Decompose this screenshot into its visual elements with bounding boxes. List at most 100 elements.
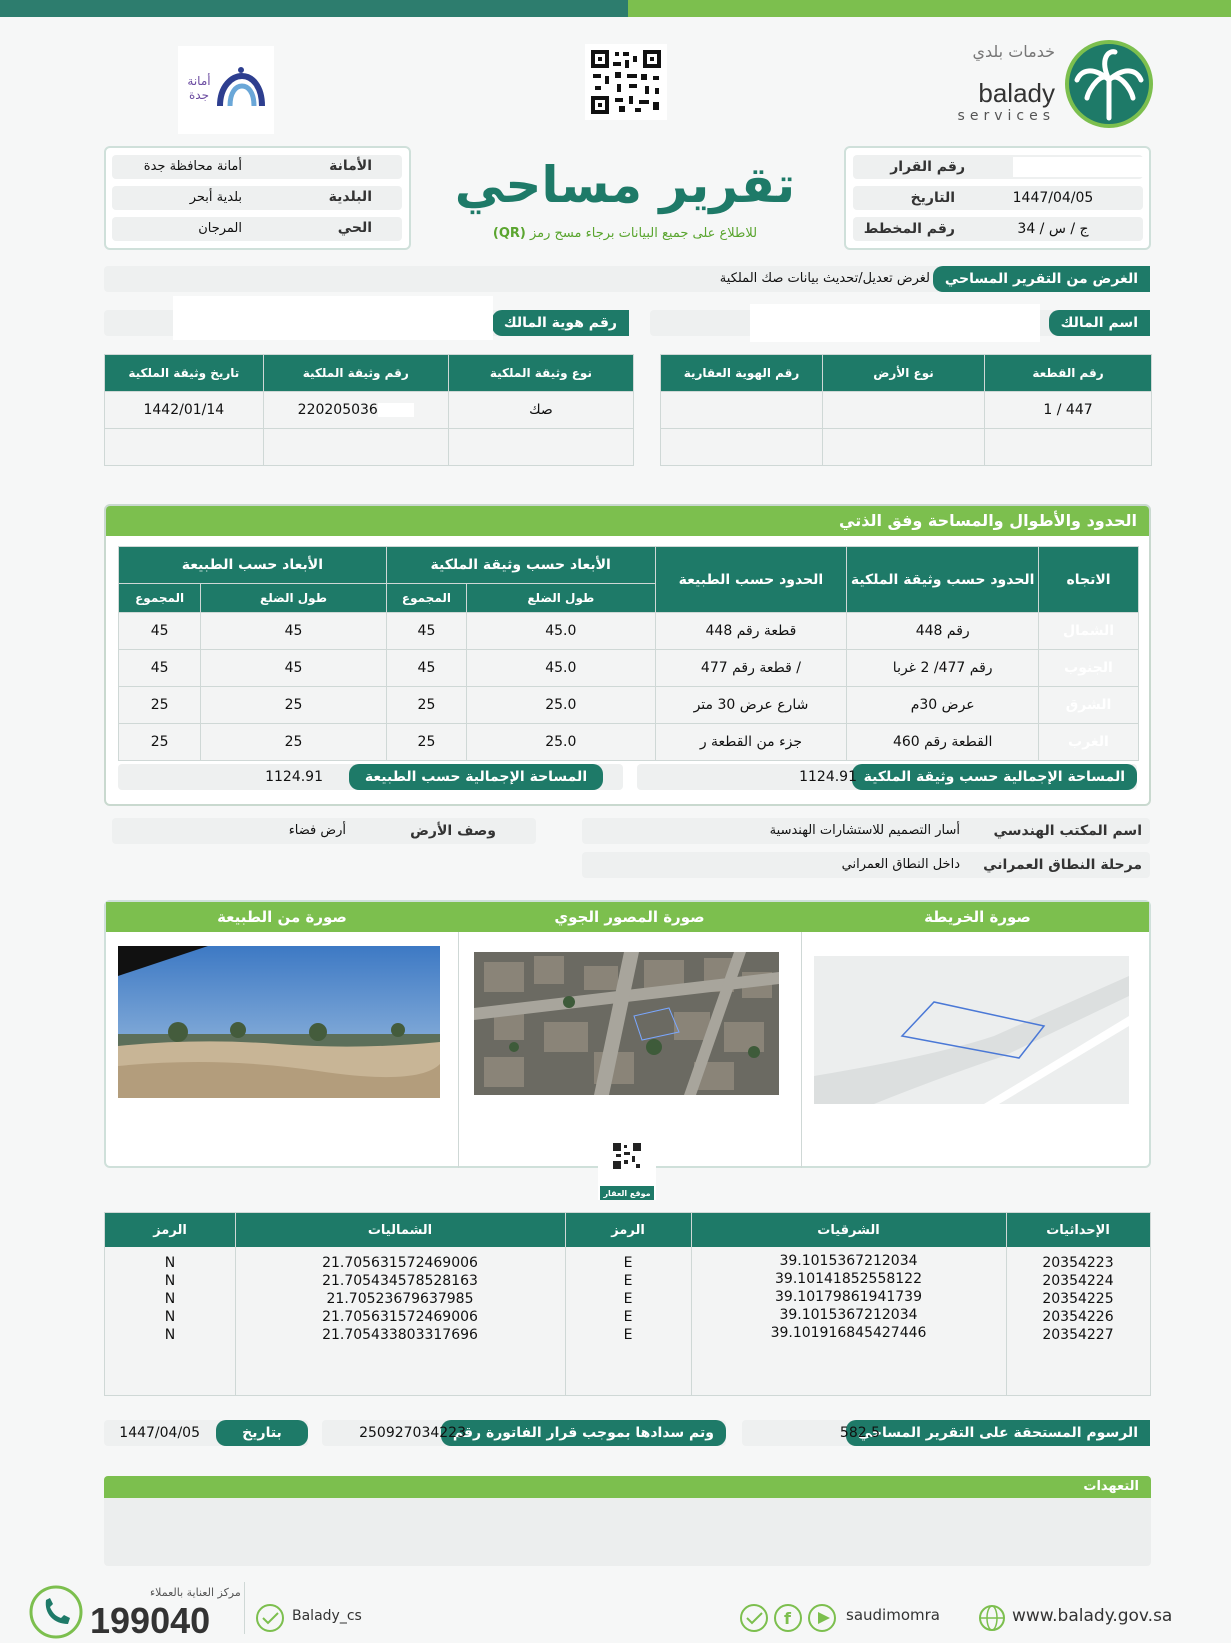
nat-total: 25	[117, 723, 202, 761]
deed-len: 45.0	[466, 649, 656, 687]
baladiya-row: البلدية بلدية أبحر	[112, 186, 402, 210]
svg-text:f: f	[784, 1609, 792, 1628]
palm-icon	[1065, 40, 1153, 128]
divider	[244, 1582, 245, 1634]
code-e: E	[623, 1255, 633, 1271]
bound-deed: القطعة رقم 460	[846, 723, 1040, 761]
deed-date: 1442/01/14	[104, 391, 264, 429]
east: 39.1015367212034	[779, 1307, 918, 1323]
area-deed-value: 1124.91	[799, 769, 857, 785]
phone-number[interactable]: 199040	[90, 1600, 210, 1642]
fee-row: الرسوم المستحقة على التقرير المساحي 582.…	[742, 1420, 1150, 1446]
bound-deed: عرض 30م	[846, 686, 1040, 724]
direction: الشرق	[1038, 686, 1139, 724]
deed-total: 25	[385, 723, 468, 761]
qr-hint-code: (QR)	[492, 225, 526, 241]
deed-number: 220205036	[262, 391, 449, 429]
qr-code	[585, 44, 667, 120]
table-cell	[262, 428, 449, 466]
nat-total: 45	[117, 649, 202, 687]
h-code-n: الرمز	[153, 1222, 187, 1238]
deed-len: 45.0	[466, 612, 656, 650]
pledges-label: التعهدات	[104, 1476, 1151, 1498]
pledges-panel: التعهدات	[104, 1476, 1151, 1566]
north: 21.705631572469006	[322, 1255, 478, 1271]
owner-name-row: اسم المالك	[650, 304, 1150, 342]
deed-number-text: 220205036	[297, 402, 378, 418]
social-handle[interactable]: saudimomra	[846, 1606, 940, 1624]
globe-icon	[979, 1605, 1005, 1631]
table-row: 45 45 45 45.0 قطعة رقم 477 / رقم 477/ 2 …	[117, 649, 1139, 687]
balady-en: balady	[978, 78, 1055, 108]
amana-label: الأمانة	[329, 158, 372, 174]
urban-row: مرحلة النطاق العمراني داخل النطاق العمرا…	[582, 852, 1150, 878]
coords-panel: الرمز الشماليات الرمز الشرقيات الإحداثيا…	[104, 1212, 1151, 1396]
nature-label: صورة من الطبيعة	[217, 908, 347, 926]
table-row: 45 45 45 45.0 قطعة رقم 448 رقم 448 الشما…	[117, 612, 1139, 650]
point: 20354225	[1042, 1291, 1114, 1307]
east: 39.101916845427446	[770, 1325, 927, 1341]
owner-id-label: رقم هوية المالك	[491, 310, 629, 336]
parcel-number: 1 / 447	[984, 391, 1152, 429]
nat-len: 45	[200, 649, 387, 687]
plan-label: رقم المخطط	[863, 221, 955, 237]
baladiya-value: بلدية أبحر	[189, 190, 242, 205]
care-label: مركز العناية بالعملاء	[150, 1586, 241, 1599]
area-nature-value: 1124.91	[265, 769, 323, 785]
table-row: N 21.705433803317696 E 39.10191684542744…	[105, 1325, 1150, 1345]
district-value: المرجان	[198, 221, 242, 236]
plan-value: 34 / ج / س	[1017, 221, 1089, 237]
land-desc-label: وصف الأرض	[410, 823, 496, 839]
north: 21.705434578528163	[322, 1273, 478, 1289]
deed-len: 25.0	[466, 686, 656, 724]
table-cell	[447, 428, 635, 466]
h-north: الشماليات	[367, 1222, 433, 1238]
north: 21.70523679637985	[326, 1291, 474, 1307]
h-total: المجموع	[117, 583, 202, 613]
bounds-title: الحدود والأطوال والمساحة وفق الذتي	[106, 506, 1149, 536]
deed-len: 25.0	[466, 723, 656, 761]
code-e: E	[623, 1309, 633, 1325]
table-row: 25 25 25 25.0 جزء من القطعة ر القطعة رقم…	[117, 723, 1139, 761]
website-link[interactable]: www.balady.gov.sa	[1012, 1606, 1172, 1626]
direction: الجنوب	[1038, 649, 1139, 687]
point: 20354224	[1042, 1273, 1114, 1289]
top-bar-dark	[0, 0, 628, 17]
nat-total: 45	[117, 612, 202, 650]
map-label: صورة الخريطة	[924, 908, 1031, 926]
owner-id-row: رقم هوية المالك	[104, 296, 629, 340]
h-side-len: طول الضلع	[466, 583, 656, 613]
owner-name-value	[750, 304, 1040, 342]
twitter-handle[interactable]: Balady_cs	[292, 1608, 362, 1624]
code-e: E	[623, 1291, 633, 1307]
h-direction: الاتجاه	[1038, 546, 1139, 613]
qr-icon	[612, 1142, 642, 1170]
code-n: N	[164, 1327, 176, 1343]
district-row: الحي المرجان	[112, 217, 402, 241]
images-panel: صورة الخريطة صورة المصور الجوي صورة من ا…	[104, 900, 1151, 1168]
site-qr: موقع العقار	[598, 1130, 656, 1200]
page-title: تقرير مساحي	[454, 156, 796, 214]
office-row: اسم المكتب الهندسي أسار التصميم للاستشار…	[582, 818, 1150, 844]
parcel-table: رقم الهوية العقارية نوع الأرض رقم القطعة…	[659, 354, 1152, 466]
nature-photo	[118, 946, 440, 1098]
deed-type: صك	[447, 391, 635, 429]
decision-number-value	[1013, 157, 1143, 177]
office-value: أسار التصميم للاستشارات الهندسية	[769, 823, 960, 838]
table-cell	[822, 428, 986, 466]
h-total: المجموع	[385, 583, 468, 613]
parcel-identity	[659, 391, 824, 429]
paid-value: 250927034223	[359, 1425, 466, 1441]
invoice-date-row: بتاريخ 1447/04/05	[104, 1420, 308, 1446]
deed-total: 45	[385, 612, 468, 650]
direction: الغرب	[1038, 723, 1139, 761]
nat-len: 25	[200, 686, 387, 724]
urban-label: مرحلة النطاق العمراني	[983, 857, 1142, 873]
top-bar-green	[628, 0, 1231, 17]
deed-header-1: نوع وثيقة الملكية	[447, 354, 635, 392]
date-label: التاريخ	[910, 190, 955, 206]
aerial-label: صورة المصور الجوي	[554, 908, 705, 926]
municipality-panel: الأمانة أمانة محافظة جدة البلدية بلدية أ…	[104, 146, 411, 250]
deed-table: تاريخ وثيقة الملكية رقم وثيقة الملكية نو…	[104, 354, 635, 466]
paid-row: وتم سدادها بموجب قرار الفاتورة رقم 25092…	[322, 1420, 726, 1446]
